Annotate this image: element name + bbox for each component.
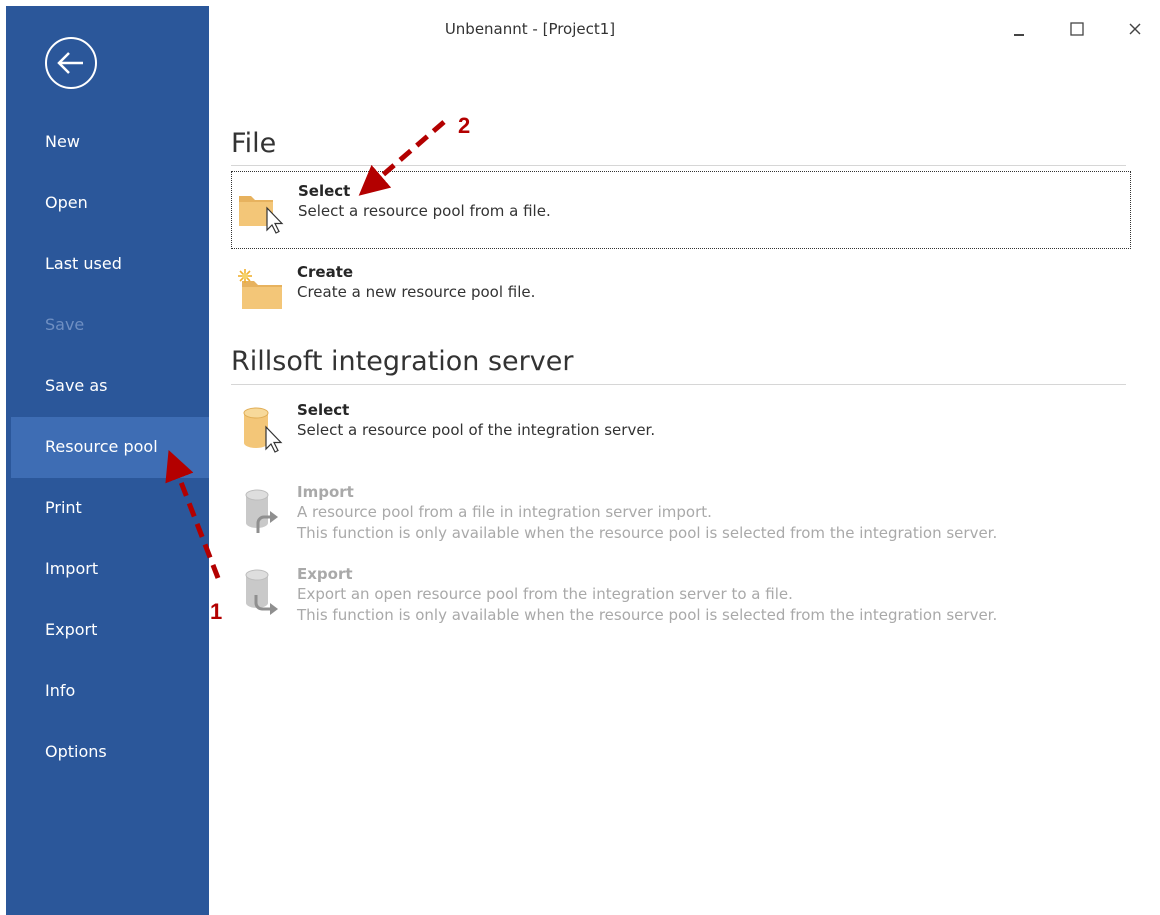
nav-item-info[interactable]: Info [6, 661, 209, 722]
nav-item-save: Save [45, 315, 85, 334]
nav-item-resource-pool[interactable]: Resource pool [11, 417, 209, 478]
section-divider [231, 165, 1126, 166]
server-import-desc: A resource pool from a file in integrati… [297, 503, 712, 521]
file-create-title: Create [297, 263, 354, 281]
back-arrow-icon [45, 37, 97, 89]
close-icon [1129, 23, 1141, 35]
back-button[interactable] [44, 36, 98, 90]
file-select-desc: Select a resource pool from a file. [298, 202, 551, 220]
minimize-icon [1014, 34, 1024, 36]
section-title-integration-server: Rillsoft integration server [231, 346, 574, 377]
server-select-title: Select [297, 401, 350, 419]
database-export-icon [236, 569, 286, 619]
nav-item-export[interactable]: Export [6, 600, 209, 661]
nav-item-print[interactable]: Print [6, 478, 209, 539]
server-select-desc: Select a resource pool of the integratio… [297, 421, 656, 439]
maximize-button[interactable] [1062, 14, 1092, 44]
file-select-command[interactable]: Select Select a resource pool from a fil… [231, 171, 1131, 249]
server-export-desc: Export an open resource pool from the in… [297, 585, 793, 603]
file-create-command[interactable]: Create Create a new resource pool file. [231, 253, 1131, 331]
backstage-nav: New Open Last used Save Save as Resource… [6, 112, 209, 783]
server-import-command: Import A resource pool from a file in in… [231, 473, 1131, 551]
minimize-button[interactable] [1004, 14, 1034, 44]
nav-item-save-as[interactable]: Save as [6, 356, 209, 417]
database-cursor-icon [236, 405, 286, 455]
window-title: Unbenannt - [Project1] [444, 20, 616, 38]
server-export-note: This function is only available when the… [297, 606, 998, 624]
annotation-marker-1: 1 [210, 599, 223, 624]
nav-item-open[interactable]: Open [6, 173, 209, 234]
server-select-command[interactable]: Select Select a resource pool of the int… [231, 391, 1131, 469]
nav-item-new[interactable]: New [6, 112, 209, 173]
folder-cursor-icon [237, 186, 287, 236]
nav-item-options[interactable]: Options [6, 722, 209, 783]
nav-item-import[interactable]: Import [6, 539, 209, 600]
close-button[interactable] [1120, 14, 1150, 44]
server-import-title: Import [297, 483, 354, 501]
database-import-icon [236, 487, 286, 537]
maximize-icon [1070, 22, 1084, 36]
new-folder-icon [236, 267, 286, 317]
server-export-title: Export [297, 565, 353, 583]
annotation-marker-2: 2 [458, 113, 471, 138]
server-export-command: Export Export an open resource pool from… [231, 555, 1131, 633]
server-import-note: This function is only available when the… [297, 524, 998, 542]
nav-item-last-used[interactable]: Last used [6, 234, 209, 295]
backstage-sidebar: New Open Last used Save Save as Resource… [6, 6, 209, 915]
file-select-title: Select [298, 182, 351, 200]
section-title-file: File [231, 128, 277, 159]
file-create-desc: Create a new resource pool file. [297, 283, 536, 301]
section-divider [231, 384, 1126, 385]
